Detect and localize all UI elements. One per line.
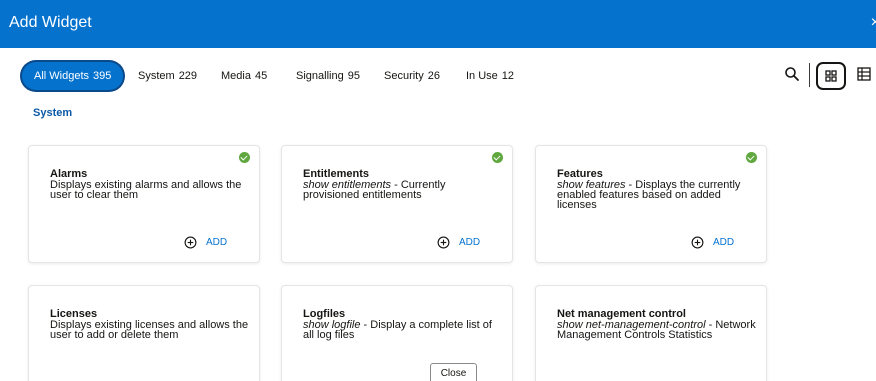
close-icon[interactable]: × bbox=[871, 14, 876, 32]
close-button[interactable]: Close bbox=[430, 363, 477, 381]
grid-view-icon bbox=[825, 70, 837, 82]
add-circle-icon bbox=[691, 236, 704, 249]
card-description: show logfile - Display a complete list o… bbox=[303, 319, 492, 341]
search-icon[interactable] bbox=[784, 66, 800, 82]
grid-view-button[interactable] bbox=[816, 62, 846, 90]
add-circle-icon bbox=[184, 236, 197, 249]
added-check-icon bbox=[746, 152, 757, 163]
card-description: show entitlements - Currently provisione… bbox=[303, 179, 446, 201]
tab-count: 45 bbox=[254, 70, 268, 82]
widget-card-logfiles: Logfiles show logfile - Display a comple… bbox=[281, 285, 513, 381]
added-check-icon bbox=[492, 152, 503, 163]
widget-card-licenses: Licenses Displays existing licenses and … bbox=[28, 285, 260, 381]
tab-count: 395 bbox=[93, 70, 112, 82]
dialog-title: Add Widget bbox=[9, 14, 92, 31]
tab-in-use[interactable]: In Use 12 bbox=[466, 62, 514, 90]
dialog-header: Add Widget × bbox=[0, 0, 876, 48]
card-description: Displays existing alarms and allows the … bbox=[50, 179, 242, 201]
tab-media[interactable]: Media 45 bbox=[221, 62, 267, 90]
tab-label: Media bbox=[221, 70, 251, 82]
tab-count: 12 bbox=[501, 70, 515, 82]
tab-security[interactable]: Security 26 bbox=[384, 62, 440, 90]
tab-label: All Widgets bbox=[34, 70, 90, 82]
widget-card-net-management-control: Net management control show net-manageme… bbox=[535, 285, 767, 381]
widget-card-alarms: Alarms Displays existing alarms and allo… bbox=[28, 145, 260, 263]
tab-label: In Use bbox=[466, 70, 498, 82]
widget-card-features: Features show features - Displays the cu… bbox=[535, 145, 767, 263]
tab-count: 95 bbox=[347, 70, 360, 82]
tab-all-widgets[interactable]: All Widgets 395 bbox=[22, 62, 124, 90]
add-label: ADD bbox=[713, 237, 735, 248]
tab-label: Security bbox=[384, 70, 424, 82]
tab-system[interactable]: System 229 bbox=[138, 62, 197, 90]
add-label: ADD bbox=[459, 237, 481, 248]
add-circle-icon bbox=[437, 236, 450, 249]
added-check-icon bbox=[239, 152, 250, 163]
tab-count: 229 bbox=[178, 70, 198, 82]
add-label: ADD bbox=[206, 237, 228, 248]
widget-card-entitlements: Entitlements show entitlements - Current… bbox=[281, 145, 513, 263]
tab-label: Signalling bbox=[296, 70, 344, 82]
card-description: show features - Displays the currently e… bbox=[557, 179, 741, 211]
card-description: Displays existing licenses and allows th… bbox=[50, 319, 249, 341]
card-description: show net-management-control - Network Ma… bbox=[557, 319, 756, 341]
table-view-icon[interactable] bbox=[856, 66, 872, 82]
tab-signalling[interactable]: Signalling 95 bbox=[296, 62, 360, 90]
tab-count: 26 bbox=[427, 70, 440, 82]
toolbar-divider bbox=[809, 63, 810, 87]
tab-label: System bbox=[138, 70, 175, 82]
section-title: System bbox=[33, 107, 73, 119]
